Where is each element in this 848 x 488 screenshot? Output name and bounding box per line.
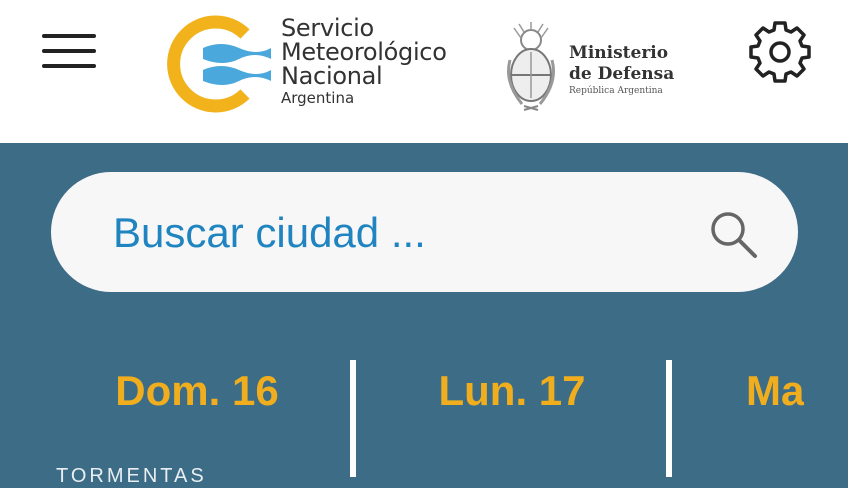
forecast-day-label: Lun. 17 xyxy=(438,367,586,414)
ministry-name-line2: de Defensa xyxy=(569,64,675,84)
smn-logo xyxy=(167,15,271,113)
agency-country: Argentina xyxy=(281,89,355,107)
ministry-country: República Argentina xyxy=(569,86,663,96)
menu-bar xyxy=(42,34,96,38)
menu-bar xyxy=(42,49,96,53)
search-icon[interactable] xyxy=(707,208,759,260)
search-bar[interactable] xyxy=(51,172,798,292)
ministry-name-line1: Ministerio xyxy=(569,43,669,63)
search-input[interactable] xyxy=(111,200,675,266)
forecast-day-tab[interactable]: Mar. 18 xyxy=(672,360,804,477)
agency-name-line2: Meteorológico xyxy=(281,38,447,66)
agency-name-line3: Nacional xyxy=(281,62,383,90)
hamburger-menu-icon[interactable] xyxy=(40,32,98,72)
agency-name-line1: Servicio xyxy=(281,14,374,42)
app-header: Servicio Meteorológico Nacional Argentin… xyxy=(0,0,848,143)
national-crest-icon xyxy=(507,22,555,111)
gear-icon[interactable] xyxy=(748,21,812,83)
ministry-name: Ministerio de Defensa República Argentin… xyxy=(569,43,674,97)
menu-bar xyxy=(42,64,96,68)
forecast-day-tab[interactable]: Lun. 17 xyxy=(356,360,668,477)
forecast-day-tab[interactable]: Dom. 16 xyxy=(40,360,354,477)
forecast-day-label: Mar. 18 xyxy=(746,367,804,414)
forecast-day-label: Dom. 16 xyxy=(115,367,279,414)
agency-name: Servicio Meteorológico Nacional Argentin… xyxy=(281,16,447,107)
